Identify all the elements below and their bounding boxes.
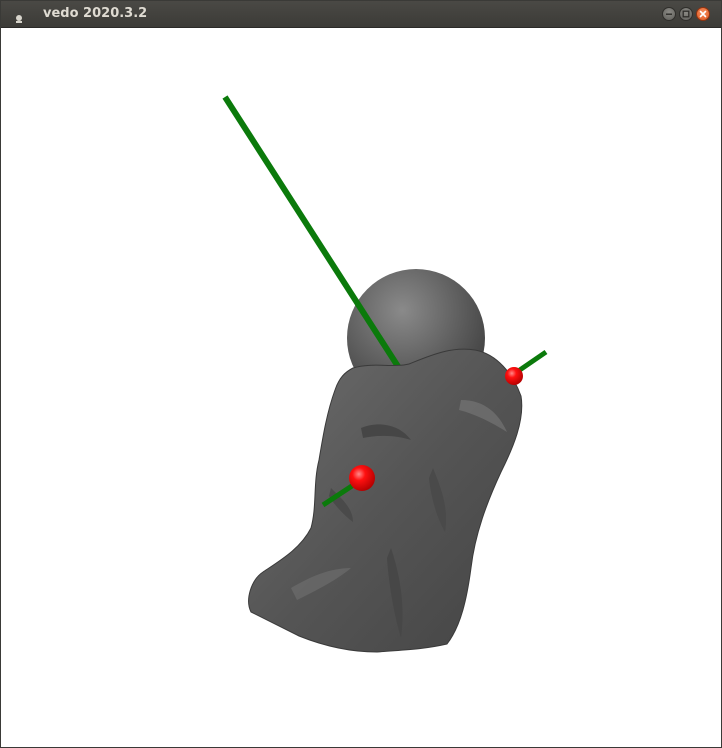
render-viewport[interactable] — [1, 28, 721, 747]
close-icon — [699, 10, 707, 18]
app-window: vedo 2020.3.2 — [0, 0, 722, 748]
3d-scene — [222, 95, 548, 653]
minimize-button[interactable] — [662, 7, 676, 21]
close-button[interactable] — [696, 7, 710, 21]
title-bar[interactable]: vedo 2020.3.2 — [1, 1, 721, 28]
minimize-icon — [666, 13, 672, 15]
line-long — [222, 95, 402, 370]
marker-left — [349, 465, 375, 491]
app-icon — [14, 9, 24, 23]
maximize-icon — [682, 10, 690, 18]
marker-right — [505, 367, 523, 385]
maximize-button[interactable] — [679, 7, 693, 21]
window-title: vedo 2020.3.2 — [43, 6, 148, 21]
mesh-body — [248, 348, 523, 653]
